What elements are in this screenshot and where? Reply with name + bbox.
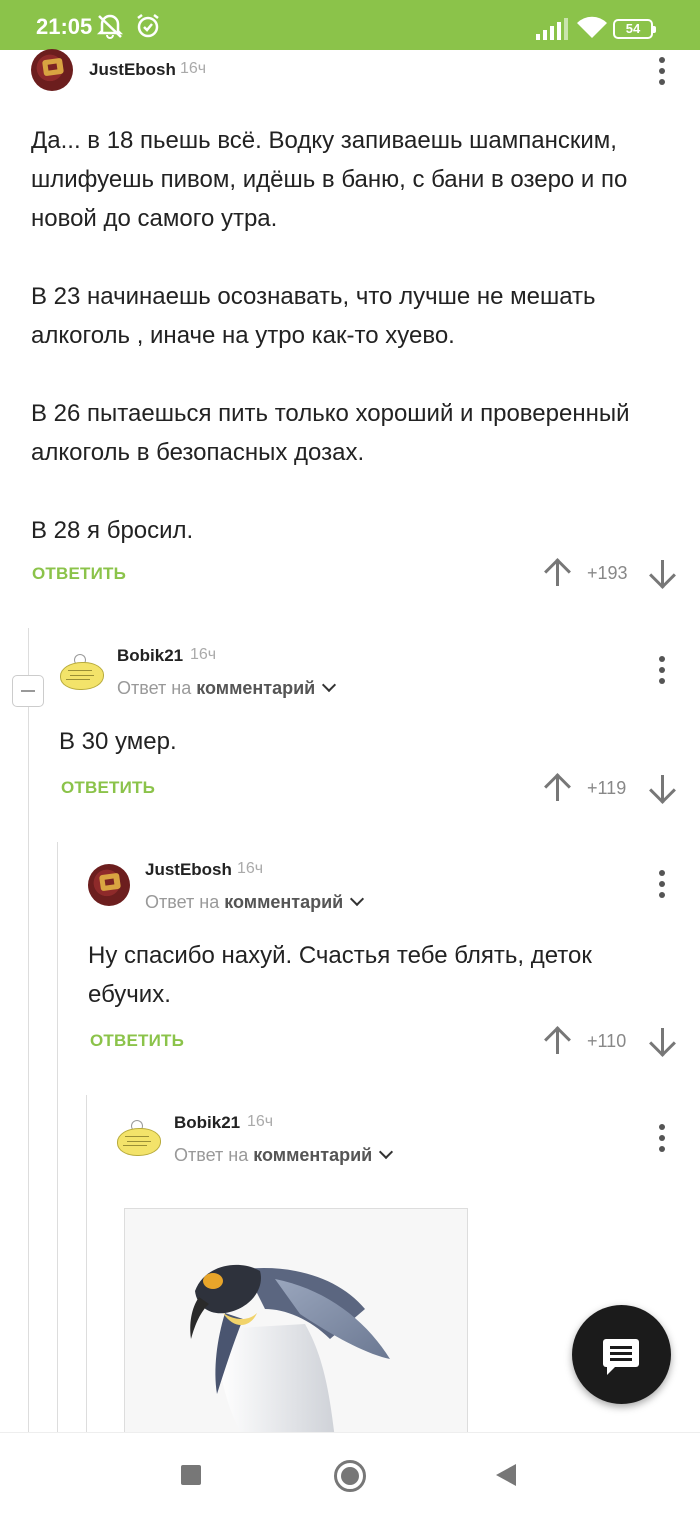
reply-to-prefix: Ответ на [117, 678, 192, 698]
reply-to-link[interactable]: Ответ на комментарий [145, 891, 365, 913]
alarm-icon [134, 13, 162, 44]
more-options-icon[interactable] [659, 870, 665, 898]
home-icon[interactable] [334, 1460, 366, 1492]
comment-paragraph: В 26 пытаешься пить только хороший и про… [31, 400, 630, 466]
reply-to-link[interactable]: Ответ на комментарий [117, 677, 337, 699]
comment-fab-button[interactable] [572, 1305, 671, 1404]
more-options-icon[interactable] [659, 656, 665, 684]
chevron-down-icon [350, 891, 365, 907]
reply-to-prefix: Ответ на [174, 1145, 249, 1165]
reply-to-link[interactable]: Ответ на комментарий [174, 1144, 394, 1166]
system-nav-bar [0, 1432, 700, 1518]
comment-time: 16ч [190, 646, 217, 663]
comment-score: +110 [587, 1031, 627, 1051]
comment-time: 16ч [237, 860, 264, 877]
upvote-arrow-icon[interactable] [543, 773, 573, 803]
upvote-arrow-icon[interactable] [543, 1026, 573, 1056]
avatar[interactable] [58, 652, 104, 692]
wifi-icon [576, 16, 608, 45]
reply-button[interactable]: ОТВЕТИТЬ [61, 778, 155, 798]
comment-paragraph: В 28 я бросил. [31, 517, 194, 544]
comment-score: +193 [587, 563, 628, 583]
comment-username[interactable]: JustEbosh [89, 60, 176, 80]
comment-username[interactable]: JustEbosh [145, 860, 232, 880]
reply-button[interactable]: ОТВЕТИТЬ [90, 1031, 184, 1051]
reply-to-target: комментарий [253, 1145, 373, 1165]
reply-to-target: комментарий [224, 892, 344, 912]
comment-score: +119 [587, 778, 627, 798]
comment-time: 16ч [180, 60, 207, 77]
muted-bell-icon [96, 13, 124, 44]
reply-to-prefix: Ответ на [145, 892, 220, 912]
comment-paragraph: В 23 начинаешь осознавать, что лучше не … [31, 283, 596, 349]
comment-paragraph: Да... в 18 пьешь всё. Водку запиваешь ша… [31, 127, 628, 232]
reply-button[interactable]: ОТВЕТИТЬ [32, 564, 126, 584]
downvote-arrow-icon[interactable] [648, 1026, 678, 1057]
battery-icon: 54 [613, 19, 656, 39]
comment-text: Да... в 18 пьешь всё. Водку запиваешь ша… [31, 121, 661, 550]
more-options-icon[interactable] [659, 57, 665, 85]
chevron-down-icon [379, 1144, 394, 1160]
reply-to-target: комментарий [196, 678, 316, 698]
downvote-arrow-icon[interactable] [648, 558, 678, 589]
message-icon [603, 1339, 639, 1375]
chevron-down-icon [322, 677, 337, 693]
penguin-image[interactable] [124, 1208, 468, 1440]
thread-line [57, 842, 58, 1432]
comment-username[interactable]: Bobik21 [174, 1113, 240, 1133]
downvote-arrow-icon[interactable] [648, 773, 678, 804]
upvote-arrow-icon[interactable] [543, 558, 573, 588]
thread-line [28, 628, 29, 1432]
avatar[interactable] [31, 49, 73, 91]
status-bar: 21:05 54 [0, 0, 700, 50]
avatar[interactable] [88, 864, 130, 906]
more-options-icon[interactable] [659, 1124, 665, 1152]
recents-icon[interactable] [181, 1465, 201, 1485]
comment-time: 16ч [247, 1113, 274, 1130]
avatar[interactable] [115, 1118, 161, 1158]
back-icon[interactable] [496, 1464, 516, 1486]
comment-text: Ну спасибо нахуй. Счастья тебе блять, де… [88, 942, 592, 1008]
comment-username[interactable]: Bobik21 [117, 646, 183, 666]
collapse-thread-button[interactable] [12, 675, 44, 707]
comment-text: В 30 умер. [59, 728, 177, 755]
status-time: 21:05 [36, 14, 93, 39]
battery-level: 54 [625, 21, 641, 36]
signal-icon [536, 18, 568, 45]
thread-line [86, 1095, 87, 1432]
